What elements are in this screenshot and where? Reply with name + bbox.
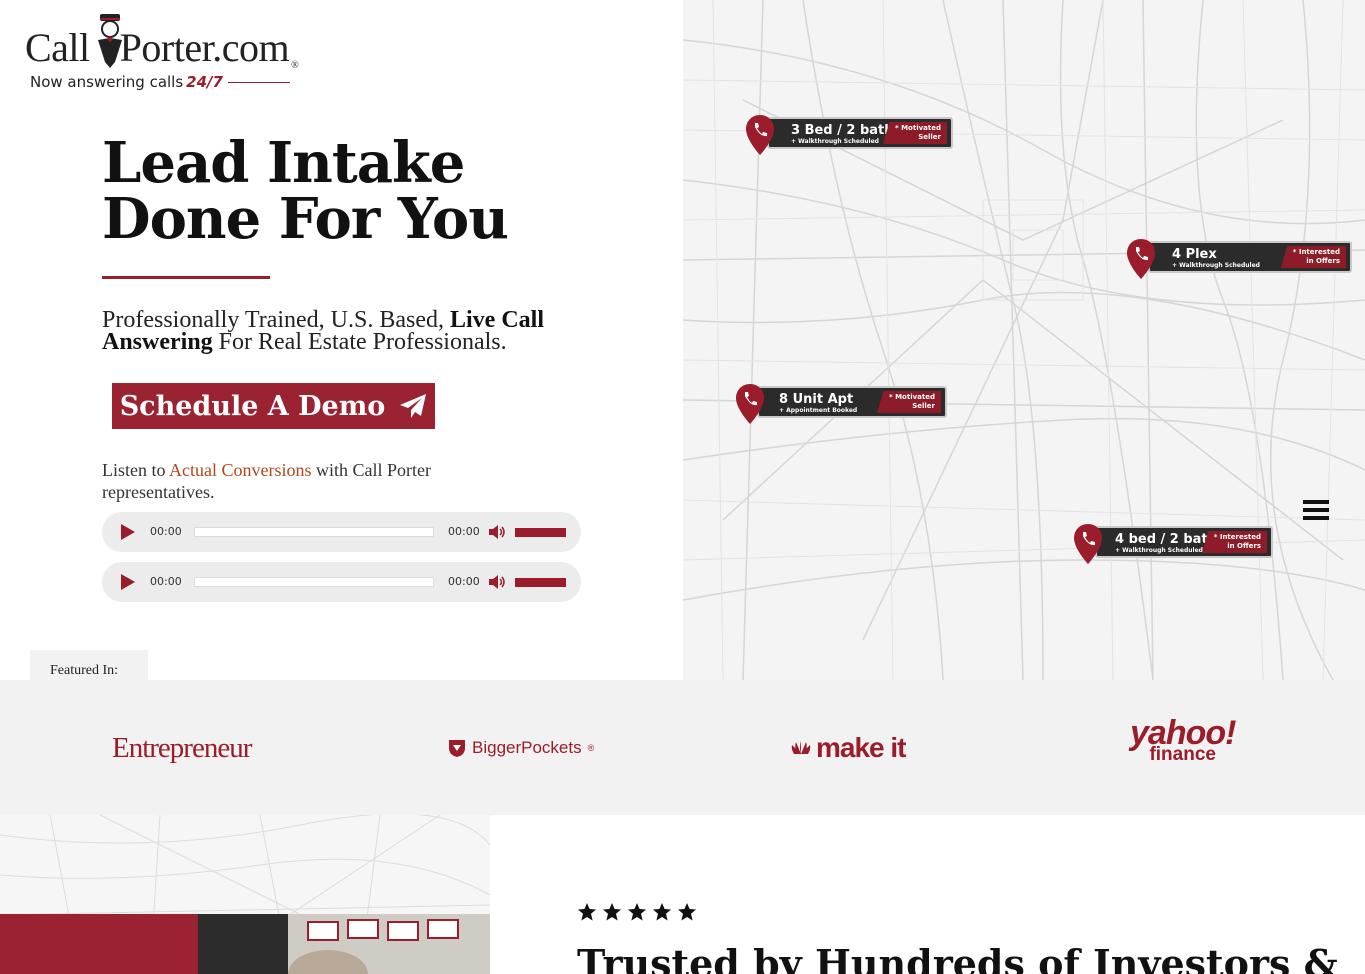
volume-slider[interactable] <box>515 578 566 587</box>
volume-icon[interactable] <box>487 523 507 541</box>
lead-tag: 3 Bed / 2 bath + Walkthrough Scheduled *… <box>767 117 953 149</box>
phone-pin-icon <box>1074 524 1102 564</box>
page-title: Lead Intake Done For You <box>102 130 509 252</box>
lead-status-badge: * Motivated Seller <box>882 122 947 144</box>
biggerpockets-logo: BiggerPockets ® <box>448 738 594 758</box>
hero-subheading: Professionally Trained, U.S. Based, Live… <box>102 307 544 355</box>
schedule-demo-button[interactable]: Schedule A Demo <box>112 383 435 429</box>
site-logo[interactable]: Call Porter.com ® <box>25 12 325 72</box>
yahoo-finance-logo: yahoo! finance <box>1130 714 1236 765</box>
lead-tag: 8 Unit Apt + Appointment Booked * Motiva… <box>757 386 947 418</box>
star-icon <box>628 903 646 921</box>
phone-pin-icon <box>736 384 764 424</box>
audio-player: 00:00 00:00 <box>102 512 581 552</box>
lead-tag: 4 bed / 2 bath + Walkthrough Scheduled *… <box>1095 526 1273 558</box>
entrepreneur-logo: Entrepreneur <box>112 732 252 764</box>
map-roads <box>683 0 1365 680</box>
testimonial-image-panel <box>0 815 490 974</box>
cnbc-make-it-logo: make it <box>790 732 906 764</box>
phone-pin-icon <box>746 115 774 155</box>
office-photo <box>198 914 490 974</box>
tagline-divider <box>227 82 290 83</box>
paper-plane-icon <box>400 394 427 418</box>
current-time: 00:00 <box>150 525 182 538</box>
press-logo-strip: Entrepreneur BiggerPockets ® make it yaho… <box>0 680 1365 815</box>
actual-conversions-link[interactable]: Actual Conversions <box>169 460 311 480</box>
map-pin-lead[interactable]: 4 Plex + Walkthrough Scheduled * Interes… <box>1126 238 1352 282</box>
map-pin-lead[interactable]: 3 Bed / 2 bath + Walkthrough Scheduled *… <box>745 114 955 158</box>
current-time: 00:00 <box>150 575 182 588</box>
audio-seek-bar[interactable] <box>194 577 434 587</box>
lead-status-badge: * Interested in Offers <box>1201 531 1267 553</box>
lead-tag: 4 Plex + Walkthrough Scheduled * Interes… <box>1148 241 1352 273</box>
tagline: Now answering calls 24/7 <box>30 73 290 91</box>
audio-seek-bar[interactable] <box>194 527 434 537</box>
biggerpockets-shield-icon <box>449 740 465 757</box>
title-divider <box>102 276 270 279</box>
star-icon <box>603 903 621 921</box>
map-pin-lead[interactable]: 4 bed / 2 bath + Walkthrough Scheduled *… <box>1073 523 1273 567</box>
menu-icon[interactable] <box>1303 500 1329 522</box>
hero-section: Call Porter.com ® Now answering calls 24/7 … <box>0 0 683 681</box>
testimonial-section: Trusted by Hundreds of Investors & <box>490 815 1365 974</box>
volume-icon[interactable] <box>487 573 507 591</box>
map-pin-lead[interactable]: 8 Unit Apt + Appointment Booked * Motiva… <box>735 383 947 427</box>
listen-intro: Listen to Actual Conversions with Call P… <box>102 460 431 502</box>
star-icon <box>578 903 596 921</box>
lead-status-badge: * Motivated Seller <box>876 391 941 413</box>
logo-wordmark: Call Porter.com ® <box>25 25 299 71</box>
office-photo-illustration <box>198 914 490 974</box>
city-map: 3 Bed / 2 bath + Walkthrough Scheduled *… <box>683 0 1365 680</box>
porter-mascot-icon <box>98 14 122 68</box>
play-icon[interactable] <box>118 573 136 591</box>
play-icon[interactable] <box>118 523 136 541</box>
lead-status-badge: * Interested in Offers <box>1280 246 1346 268</box>
star-icon <box>653 903 671 921</box>
featured-in-label: Featured In: <box>30 650 148 681</box>
volume-slider[interactable] <box>515 528 566 537</box>
cnbc-peacock-icon <box>791 741 811 754</box>
audio-player: 00:00 00:00 <box>102 562 581 602</box>
phone-pin-icon <box>1127 239 1155 279</box>
star-rating <box>577 902 697 922</box>
brand-accent-block <box>0 914 198 974</box>
testimonial-heading: Trusted by Hundreds of Investors & <box>577 941 1338 974</box>
duration: 00:00 <box>448 525 480 538</box>
star-icon <box>678 903 696 921</box>
duration: 00:00 <box>448 575 480 588</box>
